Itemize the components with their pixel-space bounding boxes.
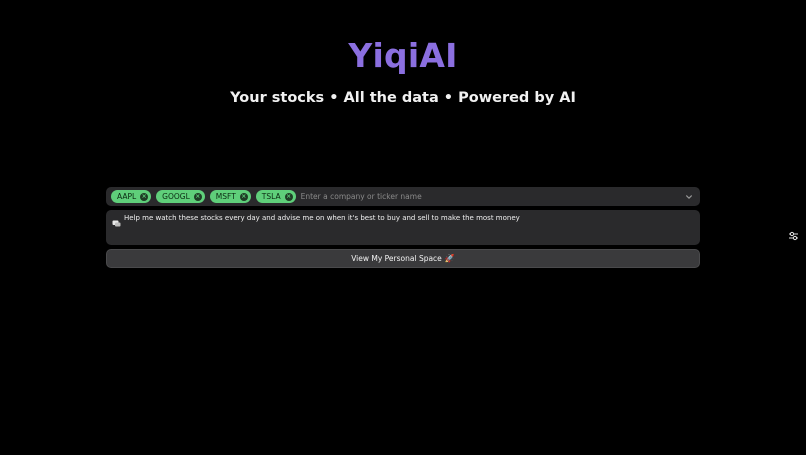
ticker-selector[interactable]: AAPL × GOOGL × MSFT × TSLA × <box>106 187 700 206</box>
ticker-chip-label: MSFT <box>215 192 236 201</box>
ticker-chip-label: GOOGL <box>162 192 190 201</box>
ticker-chip-msft[interactable]: MSFT × <box>209 190 251 203</box>
close-icon[interactable]: × <box>193 192 202 201</box>
close-icon[interactable]: × <box>140 192 149 201</box>
prompt-box[interactable]: Help me watch these stocks every day and… <box>106 210 700 245</box>
ticker-search-input[interactable] <box>300 189 682 204</box>
close-icon[interactable]: × <box>284 192 293 201</box>
chat-bubble-icon <box>112 215 121 227</box>
ticker-chip-label: TSLA <box>261 192 281 201</box>
tagline: Your stocks • All the data • Powered by … <box>230 90 576 106</box>
chevron-down-icon[interactable] <box>682 190 696 204</box>
ticker-chip-tsla[interactable]: TSLA × <box>255 190 296 203</box>
ticker-chip-label: AAPL <box>117 192 137 201</box>
view-personal-space-button[interactable]: View My Personal Space 🚀 <box>106 249 700 268</box>
rocket-icon: 🚀 <box>444 254 455 263</box>
brand-title: YiqiAI <box>348 36 458 75</box>
ticker-chip-aapl[interactable]: AAPL × <box>111 190 152 203</box>
settings-sliders-icon[interactable] <box>786 229 800 243</box>
cta-label: View My Personal Space <box>351 254 442 263</box>
prompt-input[interactable]: Help me watch these stocks every day and… <box>124 213 694 239</box>
ticker-chip-googl[interactable]: GOOGL × <box>156 190 205 203</box>
close-icon[interactable]: × <box>239 192 248 201</box>
